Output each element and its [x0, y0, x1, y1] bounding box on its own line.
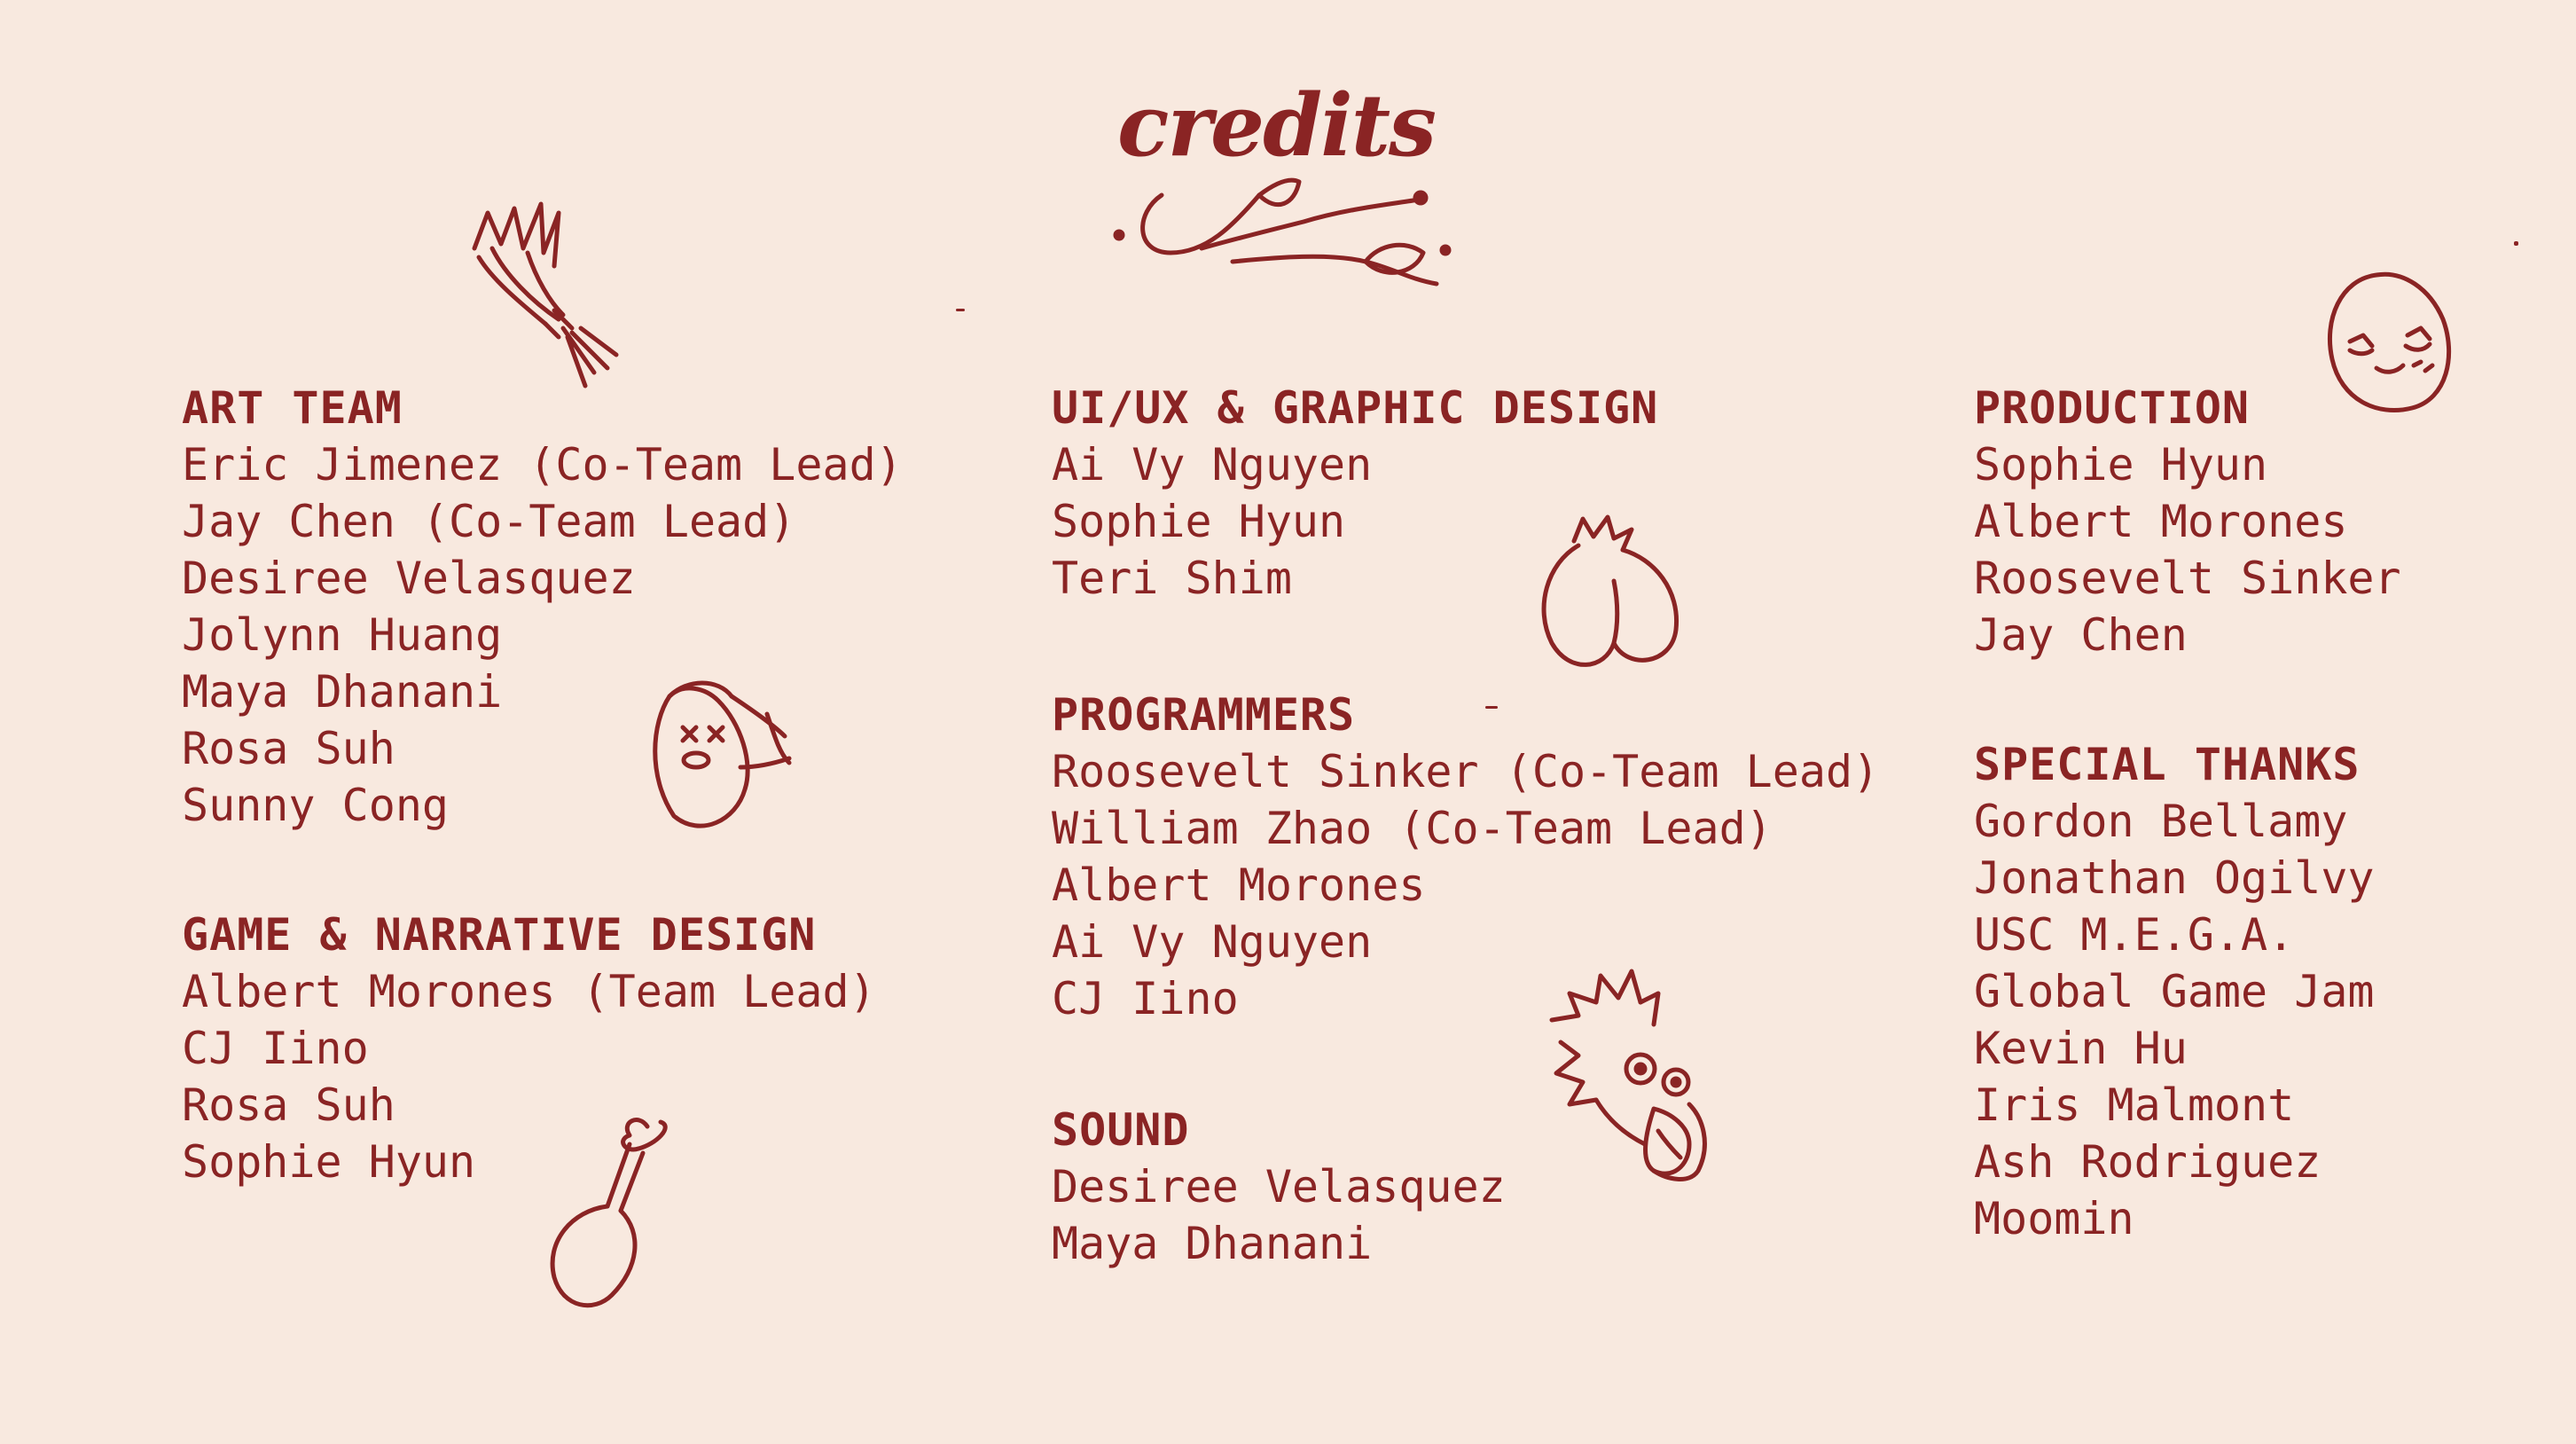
credit-name: Jay Chen (Co-Team Lead) [182, 496, 796, 547]
section-heading: PROGRAMMERS [1052, 689, 1356, 741]
credit-name: Jonathan Ogilvy [1974, 852, 2375, 904]
credit-name: Roosevelt Sinker [1974, 553, 2401, 604]
credit-name: Sophie Hyun [1052, 496, 1346, 547]
section-heading: ART TEAM [182, 382, 403, 434]
credit-name: Jolynn Huang [182, 609, 503, 661]
credit-name: Maya Dhanani [1052, 1218, 1373, 1269]
section-heading: SPECIAL THANKS [1974, 739, 2361, 790]
credit-name: Ai Vy Nguyen [1052, 916, 1373, 968]
credit-name: Desiree Velasquez [182, 553, 636, 604]
section-heading: SOUND [1052, 1104, 1190, 1156]
section-ui-ux-graphic-design: UI/UX & GRAPHIC DESIGN Ai Vy Nguyen Soph… [1052, 380, 1879, 607]
section-production: PRODUCTION Sophie Hyun Albert Morones Ro… [1974, 380, 2401, 663]
section-sound: SOUND Desiree Velasquez Maya Dhanani [1052, 1102, 1879, 1272]
credit-name: Rosa Suh [182, 1079, 395, 1131]
section-special-thanks: SPECIAL THANKS Gordon Bellamy Jonathan O… [1974, 736, 2401, 1247]
credit-name: Teri Shim [1052, 553, 1292, 604]
credit-name: Albert Morones [1052, 859, 1426, 911]
section-game-narrative-design: GAME & NARRATIVE DESIGN Albert Morones (… [182, 906, 903, 1190]
section-heading: PRODUCTION [1974, 382, 2251, 434]
credit-name: Moomin [1974, 1193, 2134, 1244]
credit-name: Albert Morones (Team Lead) [182, 966, 876, 1017]
section-art-team: ART TEAM Eric Jimenez (Co-Team Lead) Jay… [182, 380, 903, 834]
section-programmers: PROGRAMMERS Roosevelt Sinker (Co-Team Le… [1052, 687, 1879, 1027]
credit-name: Kevin Hu [1974, 1023, 2188, 1074]
credit-name: Roosevelt Sinker (Co-Team Lead) [1052, 746, 1880, 797]
credits-title-area: credits [1100, 62, 1472, 302]
credit-name: Ash Rodriguez [1974, 1136, 2322, 1188]
ink-speck [956, 309, 965, 311]
vine-flourish-icon [1113, 177, 1452, 286]
credit-name: CJ Iino [1052, 973, 1239, 1024]
credit-name: Iris Malmont [1974, 1079, 2295, 1131]
credit-name: Maya Dhanani [182, 666, 503, 718]
credit-name: Sophie Hyun [182, 1136, 476, 1188]
ink-speck [2514, 241, 2518, 246]
credit-name: Global Game Jam [1974, 966, 2375, 1017]
section-heading: UI/UX & GRAPHIC DESIGN [1052, 382, 1659, 434]
credit-name: Gordon Bellamy [1974, 796, 2348, 847]
credit-name: Eric Jimenez (Co-Team Lead) [182, 439, 903, 490]
credit-name: USC M.E.G.A. [1974, 909, 2295, 961]
credit-name: Ai Vy Nguyen [1052, 439, 1373, 490]
credit-name: Rosa Suh [182, 723, 395, 774]
credits-column-1: ART TEAM Eric Jimenez (Co-Team Lead) Jay… [182, 380, 903, 1247]
credit-name: CJ Iino [182, 1023, 369, 1074]
credit-name: Sophie Hyun [1974, 439, 2268, 490]
credits-column-2: UI/UX & GRAPHIC DESIGN Ai Vy Nguyen Soph… [1052, 380, 1879, 1329]
credit-name: Desiree Velasquez [1052, 1161, 1506, 1212]
section-heading: GAME & NARRATIVE DESIGN [182, 909, 817, 961]
leek-icon [472, 201, 619, 388]
credit-name: Sunny Cong [182, 780, 450, 831]
credits-column-3: PRODUCTION Sophie Hyun Albert Morones Ro… [1974, 380, 2401, 1304]
credit-name: Jay Chen [1974, 609, 2188, 661]
credit-name: Albert Morones [1974, 496, 2348, 547]
credit-name: William Zhao (Co-Team Lead) [1052, 803, 1773, 854]
